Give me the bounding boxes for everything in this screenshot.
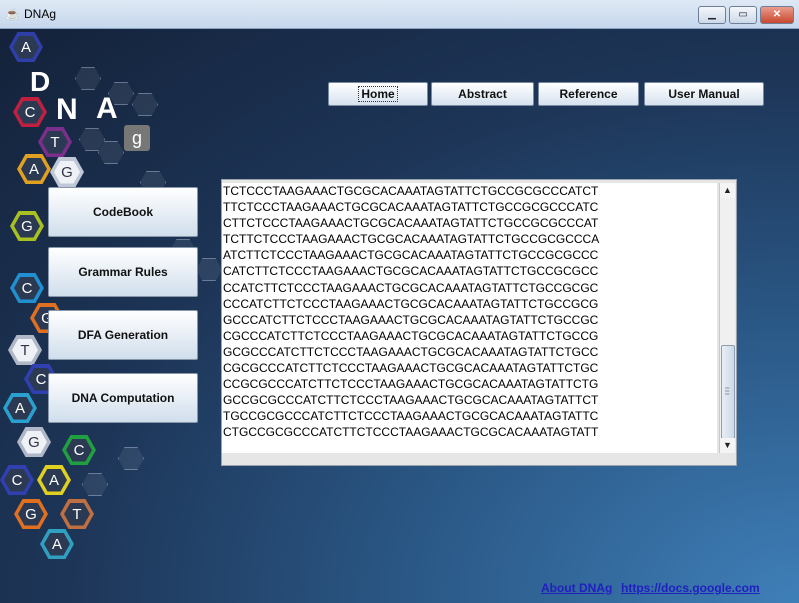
logo-hex-a5: A bbox=[44, 532, 70, 556]
sequence-line: GCGCCCATCTTCTCCCTAAGAAACTGCGCACAAATAGTAT… bbox=[223, 344, 599, 359]
logo-hex-a: A bbox=[13, 35, 39, 59]
close-button[interactable]: ✕ bbox=[760, 6, 794, 24]
sequence-line: CCATCTTCTCCCTAAGAAACTGCGCACAAATAGTATTCTG… bbox=[223, 280, 599, 295]
sequence-line: CTGCCGCGCCCATCTTCTCCCTAAGAAACTGCGCACAAAT… bbox=[223, 425, 599, 440]
scrollbar-thumb[interactable]: ═ ═ ═ bbox=[721, 345, 735, 439]
sequence-line: GCCGCGCCCATCTTCTCCCTAAGAAACTGCGCACAAATAG… bbox=[223, 393, 599, 408]
logo-hex-t3: T bbox=[64, 502, 90, 526]
sequence-line: CCGCGCCCATCTTCTCCCTAAGAAACTGCGCACAAATAGT… bbox=[223, 377, 599, 392]
sequence-line: TTCTCCCTAAGAAACTGCGCACAAATAGTATTCTGCCGCG… bbox=[223, 200, 599, 215]
abstract-button[interactable]: Abstract bbox=[431, 82, 534, 106]
sequence-line: CTTCTCCCTAAGAAACTGCGCACAAATAGTATTCTGCCGC… bbox=[223, 216, 599, 231]
logo-hex-c5: C bbox=[4, 468, 30, 492]
sequence-line: TCTTCTCCCTAAGAAACTGCGCACAAATAGTATTCTGCCG… bbox=[223, 232, 600, 247]
codebook-button[interactable]: CodeBook bbox=[48, 187, 198, 237]
grammar-rules-button[interactable]: Grammar Rules bbox=[48, 247, 198, 297]
dfa-generation-button-label: DFA Generation bbox=[77, 328, 169, 342]
scroll-down-button[interactable]: ▼ bbox=[720, 438, 735, 453]
window-title: DNAg bbox=[24, 7, 57, 21]
logo-letter-a: A bbox=[96, 92, 118, 125]
home-button[interactable]: Home bbox=[328, 82, 428, 106]
sequence-line: CGCGCCCATCTTCTCCCTAAGAAACTGCGCACAAATAGTA… bbox=[223, 361, 599, 376]
grip-icon: ═ ═ ═ bbox=[725, 386, 730, 398]
logo-hex-c: C bbox=[17, 100, 43, 124]
user-manual-button[interactable]: User Manual bbox=[644, 82, 764, 106]
dna-computation-button[interactable]: DNA Computation bbox=[48, 373, 198, 423]
sequence-line: CATCTTCTCCCTAAGAAACTGCGCACAAATAGTATTCTGC… bbox=[223, 264, 599, 279]
maximize-icon: ▭ bbox=[738, 9, 748, 20]
minimize-icon: ▁ bbox=[708, 9, 716, 20]
logo-hex-a4: A bbox=[41, 468, 67, 492]
sequence-line: ATCTTCTCCCTAAGAAACTGCGCACAAATAGTATTCTGCC… bbox=[223, 248, 599, 263]
maximize-button[interactable]: ▭ bbox=[729, 6, 757, 24]
logo-letter-n: N bbox=[56, 93, 78, 126]
reference-button[interactable]: Reference bbox=[538, 82, 639, 106]
logo-hex-a2: A bbox=[21, 157, 47, 181]
scroll-up-button[interactable]: ▲ bbox=[720, 183, 735, 198]
dfa-generation-button[interactable]: DFA Generation bbox=[48, 310, 198, 360]
sequence-line: TCTCCCTAAGAAACTGCGCACAAATAGTATTCTGCCGCGC… bbox=[223, 184, 599, 198]
sequence-line: CCCATCTTCTCCCTAAGAAACTGCGCACAAATAGTATTCT… bbox=[223, 296, 599, 311]
home-button-label: Home bbox=[358, 86, 398, 102]
logo-hex-c2: C bbox=[14, 276, 40, 300]
logo-hex-a3: A bbox=[7, 396, 33, 420]
sequence-panel: TCTCCCTAAGAAACTGCGCACAAATAGTATTCTGCCGCGC… bbox=[221, 179, 737, 466]
close-icon: ✕ bbox=[772, 9, 782, 20]
logo-hex-g5: G bbox=[18, 502, 44, 526]
arrow-up-icon: ▲ bbox=[723, 185, 732, 195]
dna-computation-button-label: DNA Computation bbox=[71, 391, 175, 405]
logo-hex-g: G bbox=[54, 160, 80, 184]
about-dnag-link[interactable]: About DNAg bbox=[541, 581, 612, 595]
sequence-line: CGCCCATCTTCTCCCTAAGAAACTGCGCACAAATAGTATT… bbox=[223, 328, 599, 343]
app-window: ☕ DNAg ▁ ▭ ✕ A C T A G G C G T C A G C C bbox=[0, 0, 799, 603]
logo-hex-t2: T bbox=[12, 338, 38, 362]
reference-button-label: Reference bbox=[559, 87, 618, 101]
logo-hex-t: T bbox=[42, 130, 68, 154]
java-app-icon: ☕ bbox=[5, 7, 20, 21]
abstract-button-label: Abstract bbox=[458, 87, 507, 101]
logo-hex-g2: G bbox=[14, 214, 40, 238]
sequence-line: TGCCGCGCCCATCTTCTCCCTAAGAAACTGCGCACAAATA… bbox=[223, 409, 599, 424]
main-content: A C T A G G C G T C A G C C A G T A D N … bbox=[0, 29, 799, 603]
logo-letter-g: g bbox=[124, 125, 150, 151]
arrow-down-icon: ▼ bbox=[723, 440, 732, 450]
grammar-rules-button-label: Grammar Rules bbox=[78, 265, 168, 279]
sequence-line: GCCCATCTTCTCCCTAAGAAACTGCGCACAAATAGTATTC… bbox=[223, 312, 599, 327]
logo-hex-g4: G bbox=[21, 430, 47, 454]
codebook-button-label: CodeBook bbox=[93, 205, 153, 219]
logo-hex-c4: C bbox=[66, 438, 92, 462]
user-manual-button-label: User Manual bbox=[668, 87, 740, 101]
google-docs-link[interactable]: https://docs.google.com bbox=[621, 581, 760, 595]
sequence-text-area[interactable]: TCTCCCTAAGAAACTGCGCACAAATAGTATTCTGCCGCGC… bbox=[222, 183, 717, 453]
minimize-button[interactable]: ▁ bbox=[698, 6, 726, 24]
vertical-scrollbar[interactable]: ▲ ═ ═ ═ ▼ bbox=[719, 183, 735, 453]
logo-letter-d: D bbox=[30, 66, 51, 97]
title-bar[interactable]: ☕ DNAg ▁ ▭ ✕ bbox=[0, 0, 799, 29]
